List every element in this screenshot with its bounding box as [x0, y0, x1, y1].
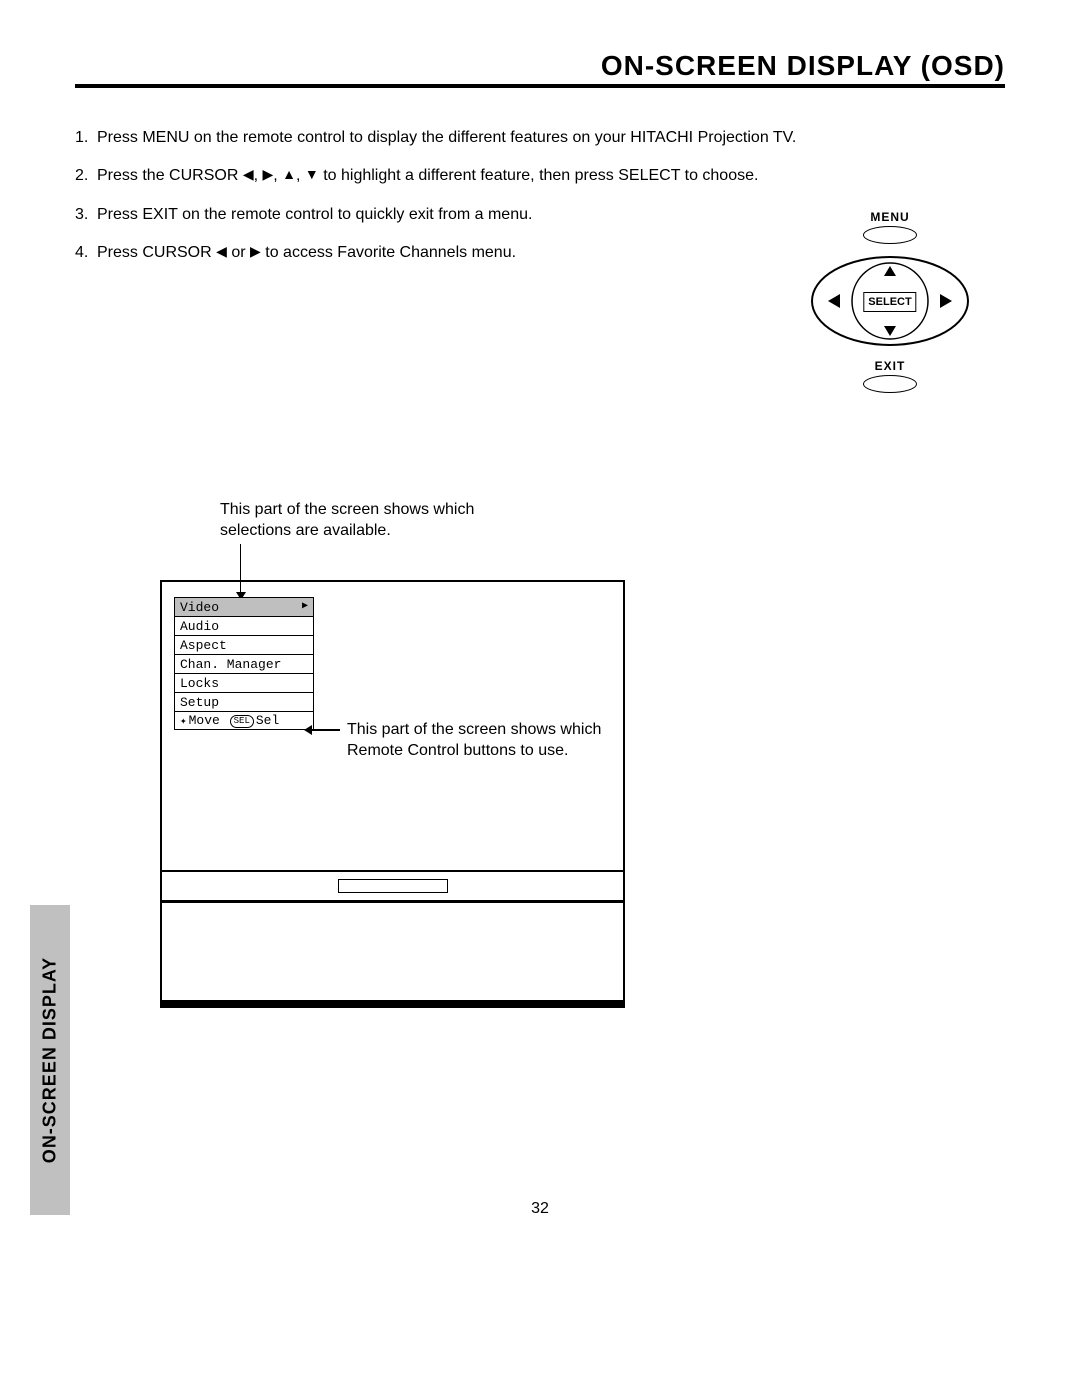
menu-item-locks: Locks — [174, 673, 314, 692]
tv-base — [162, 1000, 623, 1006]
remote-diagram: MENU SELECT EXIT — [800, 210, 980, 403]
tv-control-panel — [162, 872, 623, 902]
menu-item-audio: Audio — [174, 616, 314, 635]
tv-illustration: This part of the screen shows which sele… — [160, 580, 625, 1008]
side-tab-label: ON-SCREEN DISPLAY — [40, 957, 61, 1163]
tv-cabinet — [162, 902, 623, 1000]
menu-item-setup: Setup — [174, 692, 314, 711]
move-icon: ✦ — [180, 716, 187, 728]
tv-screen: Video ▶ Audio Aspect Chan. Manager Locks… — [162, 582, 623, 872]
menu-button-shape — [863, 226, 917, 244]
menu-item-aspect: Aspect — [174, 635, 314, 654]
osd-menu: Video ▶ Audio Aspect Chan. Manager Locks… — [174, 597, 314, 730]
left-icon: ◀ — [216, 243, 227, 259]
tv-outline: Video ▶ Audio Aspect Chan. Manager Locks… — [160, 580, 625, 1008]
menu-hint-bar: ✦Move SELSel — [174, 711, 314, 730]
chevron-right-icon: ▶ — [302, 602, 308, 612]
callout-arrow-icon — [310, 729, 340, 731]
page-title: ON-SCREEN DISPLAY (OSD) — [75, 50, 1005, 88]
dpad: SELECT — [810, 254, 970, 349]
menu-label: MENU — [800, 210, 980, 224]
instruction-item: 1.Press MENU on the remote control to di… — [75, 123, 1005, 153]
callout-buttons: This part of the screen shows which Remo… — [347, 720, 607, 762]
menu-item-chan-manager: Chan. Manager — [174, 654, 314, 673]
exit-label: EXIT — [800, 359, 980, 373]
right-icon: ▶ — [250, 243, 261, 259]
callout-selections: This part of the screen shows which sele… — [220, 500, 480, 542]
tv-control-strip — [338, 879, 448, 893]
exit-button-shape — [863, 375, 917, 393]
select-label: SELECT — [863, 292, 916, 312]
left-icon: ◀ — [243, 166, 254, 182]
instruction-item: 2.Press the CURSOR ◀, ▶, ▲, ▼ to highlig… — [75, 161, 1005, 191]
sel-badge: SEL — [230, 715, 254, 728]
down-icon: ▼ — [305, 166, 319, 182]
side-tab: ON-SCREEN DISPLAY — [30, 905, 70, 1215]
right-icon: ▶ — [262, 166, 273, 182]
up-icon: ▲ — [282, 166, 296, 182]
menu-item-video: Video ▶ — [174, 597, 314, 616]
page-number: 32 — [531, 1200, 549, 1218]
